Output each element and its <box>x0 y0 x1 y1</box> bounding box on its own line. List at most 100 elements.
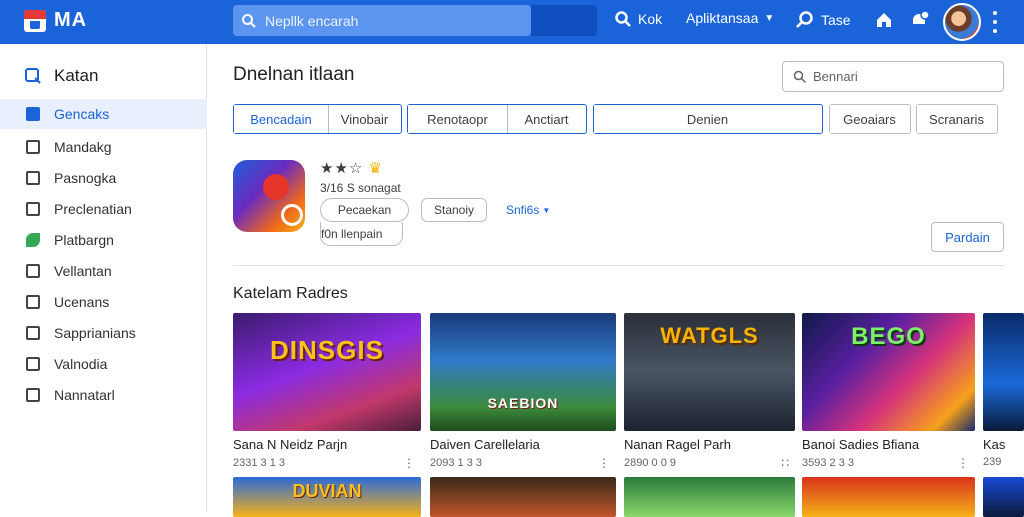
more-menu-icon[interactable] <box>990 11 1000 33</box>
game-meta: 2890 0 0 9 <box>624 457 676 469</box>
main-search[interactable] <box>782 61 1004 92</box>
sort-link[interactable]: Snfi6s ▼ <box>506 203 550 217</box>
game-card[interactable]: BEGO Banoi Sadies Bfiana 3593 2 3 3 ⋮ <box>802 313 975 470</box>
game-card[interactable]: DINSGIS Sana N Neidz Parjn 2331 3 1 3 ⋮ <box>233 313 421 470</box>
leaf-icon <box>26 233 40 247</box>
sidebar-item-gencaks[interactable]: Gencaks <box>0 99 207 129</box>
sidebar-item-vellantan[interactable]: Vellantan <box>0 256 207 286</box>
game-thumbnail[interactable] <box>624 477 795 517</box>
game-title: Kas <box>983 437 1006 452</box>
image-icon <box>26 202 40 216</box>
more-vertical-icon[interactable]: ⋮ <box>403 456 421 470</box>
filter-geoaiars-wrap: Geoaiars <box>829 104 911 134</box>
featured-app-icon[interactable] <box>233 160 305 232</box>
filter-renotaopr[interactable]: Renotaopr <box>408 105 507 133</box>
grid-icon <box>26 140 40 154</box>
game-card[interactable]: WATGLS Nanan Ragel Parh 2890 0 0 9 ∷ <box>624 313 795 470</box>
game-thumbnail: WATGLS <box>624 313 795 431</box>
stanoiy-button[interactable]: Stanoiy <box>421 198 487 222</box>
filter-bencadain[interactable]: Bencadain <box>234 105 328 133</box>
header-search-extension[interactable] <box>531 5 597 36</box>
header-search-input[interactable] <box>265 12 505 29</box>
page-title: Dnelnan itlaan <box>233 64 355 85</box>
filter-group-1: Bencadain Vinobair <box>233 104 402 134</box>
crown-icon: ♛ <box>368 160 383 177</box>
pardain-button[interactable]: Pardain <box>931 222 1004 252</box>
game-thumbnail <box>983 313 1024 431</box>
chevron-down-icon: ▼ <box>542 205 551 215</box>
sidebar: Katan Gencaks Mandakg Pasnogka Preclenat… <box>0 44 207 512</box>
game-title: Sana N Neidz Parjn <box>233 437 348 452</box>
nav-apps-dropdown[interactable]: Apliktansaa ▼ <box>686 10 774 26</box>
sidebar-item-label: Pasnogka <box>54 170 117 186</box>
game-thumbnail[interactable] <box>802 477 975 517</box>
game-meta: 239 <box>983 456 1002 468</box>
more-vertical-icon[interactable]: ⋮ <box>598 456 616 470</box>
chart-icon <box>26 264 40 278</box>
game-title: Banoi Sadies Bfiana <box>802 437 920 452</box>
game-title: Nanan Ragel Parh <box>624 437 731 452</box>
game-thumbnail: BEGO <box>802 313 975 431</box>
sidebar-item-preclenatian[interactable]: Preclenatian <box>0 194 207 224</box>
game-thumbnail-title: BEGO <box>851 323 926 350</box>
people-icon <box>26 295 40 309</box>
notification-icon[interactable] <box>909 9 931 31</box>
sidebar-item-label: Gencaks <box>54 106 110 122</box>
sidebar-item-label: Vellantan <box>54 263 112 279</box>
top-bar: MA Kok Apliktansaa ▼ Tase <box>0 0 1024 44</box>
sidebar-item-ucenans[interactable]: Ucenans <box>0 287 207 317</box>
zoom-icon <box>796 11 813 28</box>
game-card[interactable]: Kas 239 <box>983 313 1024 468</box>
window-icon <box>26 326 40 340</box>
game-card[interactable]: SAEBION Daiven Carellelaria 2093 1 3 3 ⋮ <box>430 313 616 470</box>
filter-denien[interactable]: Denien <box>594 105 821 133</box>
game-title: Daiven Carellelaria <box>430 437 540 452</box>
rating-stars-value: ★★☆ <box>320 160 364 177</box>
filter-vinobair[interactable]: Vinobair <box>328 105 400 133</box>
rating-stars: ★★☆ ♛ <box>320 159 383 177</box>
logo-text: MA <box>54 9 88 31</box>
header-search[interactable] <box>233 5 531 36</box>
nav-kok[interactable]: Kok <box>614 10 662 28</box>
calendar-icon <box>26 357 40 371</box>
user-avatar[interactable] <box>943 3 981 41</box>
home-icon[interactable] <box>875 11 893 29</box>
app-logo[interactable]: MA <box>24 9 87 32</box>
nav-tase[interactable]: Tase <box>795 10 851 30</box>
logo-icon <box>24 9 46 32</box>
sidebar-item-mandakg[interactable]: Mandakg <box>0 132 207 162</box>
search-icon <box>25 68 41 84</box>
sidebar-item-pasnogka[interactable]: Pasnogka <box>0 163 207 193</box>
filter-scranaris-wrap: Scranaris <box>916 104 998 134</box>
sidebar-item-label: Mandakg <box>54 139 112 155</box>
sidebar-item-label: Ucenans <box>54 294 110 310</box>
game-thumbnail: SAEBION <box>430 313 616 431</box>
game-meta: 3593 2 3 3 <box>802 457 854 469</box>
nav-tase-label: Tase <box>821 12 851 28</box>
section-title: Katelam Radres <box>233 285 348 302</box>
game-thumbnail[interactable] <box>983 477 1024 517</box>
app-footer-text: f0n llenpain <box>320 222 403 246</box>
filter-anctiart[interactable]: Anctiart <box>507 105 585 133</box>
store-icon <box>26 107 40 121</box>
nav-apps-label: Apliktansaa <box>686 10 759 26</box>
game-thumbnail-title: DINSGIS <box>270 335 384 365</box>
game-thumbnail: DINSGIS <box>233 313 421 431</box>
filter-geoaiars[interactable]: Geoaiars <box>830 105 909 133</box>
sidebar-item-nannatarl[interactable]: Nannatarl <box>0 380 207 410</box>
sidebar-title: Katan <box>54 66 99 85</box>
game-thumbnail[interactable] <box>430 477 616 517</box>
more-dots-icon[interactable]: ∷ <box>781 456 795 470</box>
sidebar-item-sapprianians[interactable]: Sapprianians <box>0 318 207 348</box>
filter-scranaris[interactable]: Scranaris <box>917 105 996 133</box>
pecaekan-button[interactable]: Pecaekan <box>320 198 409 222</box>
sidebar-item-label: Sapprianians <box>54 325 136 341</box>
more-vertical-icon[interactable]: ⋮ <box>957 456 975 470</box>
game-thumbnail[interactable]: DUVIAN <box>233 477 421 517</box>
game-meta: 2093 1 3 3 <box>430 457 482 469</box>
sidebar-header[interactable]: Katan <box>24 66 98 86</box>
main-search-input[interactable] <box>813 69 993 84</box>
sidebar-item-valnodia[interactable]: Valnodia <box>0 349 207 379</box>
search-icon <box>242 13 256 28</box>
sidebar-item-platbargn[interactable]: Platbargn <box>0 225 207 255</box>
